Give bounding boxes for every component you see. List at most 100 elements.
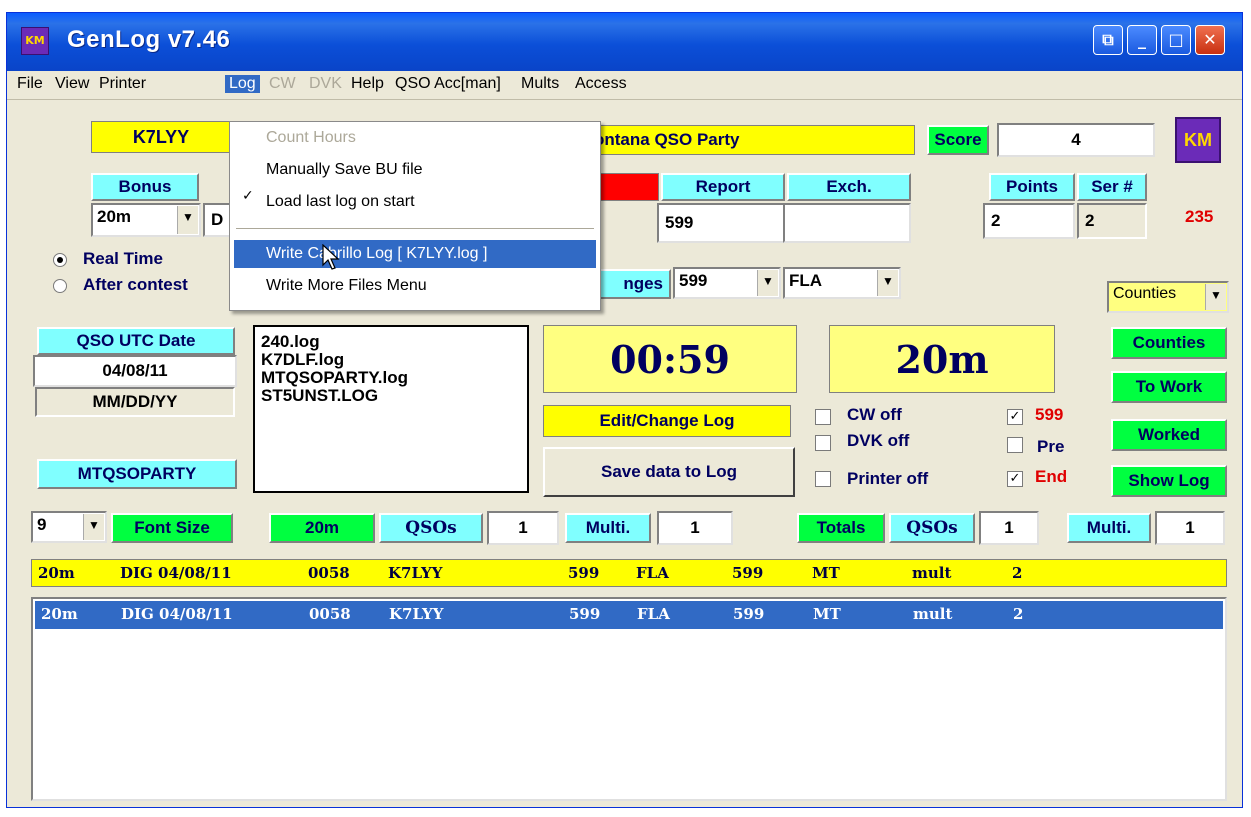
row-exch: FLA — [637, 605, 670, 623]
date-format: MM/DD/YY — [35, 387, 235, 417]
band-display: 20m — [829, 325, 1055, 393]
end-checkbox[interactable]: ✓ — [1007, 471, 1023, 487]
menu-write-more-files[interactable]: Write More Files Menu — [230, 272, 600, 300]
file-item-mtqsoparty[interactable]: MTQSOPARTY.log — [261, 369, 408, 387]
real-time-radio[interactable] — [53, 253, 67, 267]
score-label: Score — [927, 125, 989, 155]
minimize-button[interactable]: _ — [1127, 25, 1157, 55]
pre-checkbox[interactable] — [1007, 437, 1023, 453]
restore-icon[interactable]: ⧉ — [1093, 25, 1123, 55]
qso-date-field[interactable]: 04/08/11 — [33, 355, 237, 387]
rst-select[interactable]: 599 ▼ — [673, 267, 781, 299]
check-599-checkbox[interactable]: ✓ — [1007, 409, 1023, 425]
row-band: 20m — [41, 605, 78, 623]
row-sent: 599 — [569, 605, 601, 623]
qsos-label: QSOs — [379, 513, 483, 543]
row-pts: 2 — [1013, 605, 1024, 623]
menu-load-last-log-label: Load last log on start — [266, 193, 415, 210]
font-size-select[interactable]: 9 ▼ — [31, 511, 107, 543]
log-file-list[interactable]: 240.log K7DLF.log MTQSOPARTY.log ST5UNST… — [253, 325, 529, 493]
menu-log[interactable]: Log — [225, 75, 260, 93]
genlog-window: KM GenLog v7.46 ⧉ _ □ ✕ File View Printe… — [6, 12, 1243, 808]
counties-select-value: Counties — [1113, 285, 1177, 302]
bonus-header: Bonus — [91, 173, 199, 201]
checkmark-icon: ✓ — [242, 188, 254, 204]
show-log-button[interactable]: Show Log — [1111, 465, 1227, 497]
total-qsos-label: QSOs — [889, 513, 975, 543]
after-contest-label: After contest — [83, 275, 188, 294]
dvk-off-checkbox[interactable] — [815, 435, 831, 451]
counties-button[interactable]: Counties — [1111, 327, 1227, 359]
end-label: End — [1035, 467, 1068, 486]
band-select-value: 20m — [97, 207, 132, 226]
app-logo-icon: KM — [21, 27, 49, 55]
score-value: 4 — [997, 123, 1155, 157]
file-item-st5unst[interactable]: ST5UNST.LOG — [261, 387, 408, 405]
exch-select[interactable]: FLA ▼ — [783, 267, 901, 299]
band-select[interactable]: 20m ▼ — [91, 203, 201, 237]
serial-count: 235 — [1185, 207, 1214, 226]
chevron-down-icon[interactable]: ▼ — [1205, 284, 1226, 310]
menu-write-cabrillo[interactable]: Write Cabrillo Log [ K7LYY.log ] — [234, 240, 596, 268]
chevron-down-icon[interactable]: ▼ — [83, 514, 104, 540]
menu-file[interactable]: File — [17, 75, 43, 93]
points-field[interactable]: 2 — [983, 203, 1075, 239]
total-qsos-value: 1 — [979, 511, 1039, 545]
chevron-down-icon[interactable]: ▼ — [177, 206, 198, 234]
entry-pts: 2 — [1012, 564, 1023, 582]
last-entry-row[interactable]: 20m DIG 04/08/11 0058 K7LYY 599 FLA 599 … — [31, 559, 1227, 587]
exch-field[interactable] — [783, 203, 911, 243]
menu-access[interactable]: Access — [575, 75, 627, 93]
edit-change-log-button[interactable]: Edit/Change Log — [543, 405, 791, 437]
log-menu-dropdown: Count Hours Manually Save BU file ✓ Load… — [229, 121, 601, 311]
exch-header: Exch. — [787, 173, 911, 201]
title-bar[interactable]: KM GenLog v7.46 ⧉ _ □ ✕ — [7, 13, 1242, 71]
menu-view[interactable]: View — [55, 75, 89, 93]
worked-button[interactable]: Worked — [1111, 419, 1227, 451]
cw-off-checkbox[interactable] — [815, 409, 831, 425]
to-work-button[interactable]: To Work — [1111, 371, 1227, 403]
totals-label: Totals — [797, 513, 885, 543]
clock-display: 00:59 — [543, 325, 797, 393]
save-data-button[interactable]: Save data to Log — [543, 447, 795, 497]
log-list[interactable]: 20m DIG 04/08/11 0058 K7LYY 599 FLA 599 … — [31, 597, 1227, 801]
menu-help[interactable]: Help — [351, 75, 384, 93]
entry-band: 20m — [38, 564, 75, 582]
menu-mults[interactable]: Mults — [521, 75, 559, 93]
row-time: 0058 — [309, 605, 351, 623]
menu-qso-acc[interactable]: QSO Acc[man] — [395, 75, 501, 93]
file-item-k7dlf[interactable]: K7DLF.log — [261, 351, 408, 369]
contest-name: ontana QSO Party — [587, 125, 915, 155]
menu-cw: CW — [269, 75, 296, 92]
counties-select[interactable]: Counties ▼ — [1107, 281, 1229, 313]
chevron-down-icon[interactable]: ▼ — [757, 270, 778, 296]
menu-save-bu-file[interactable]: Manually Save BU file — [230, 156, 600, 184]
km-logo-icon: KM — [1175, 117, 1221, 163]
printer-off-label: Printer off — [847, 469, 929, 488]
row-rcvd: 599 — [733, 605, 765, 623]
entry-mode-date: DIG 04/08/11 — [120, 564, 232, 582]
maximize-button[interactable]: □ — [1161, 25, 1191, 55]
menu-bar: File View Printer Log CW DVK Help QSO Ac… — [7, 71, 1242, 100]
file-item-240[interactable]: 240.log — [261, 333, 408, 351]
menu-load-last-log[interactable]: ✓ Load last log on start — [230, 188, 600, 216]
report-field[interactable]: 599 — [657, 203, 785, 243]
after-contest-radio[interactable] — [53, 279, 67, 293]
total-multi-label: Multi. — [1067, 513, 1151, 543]
window-title: GenLog v7.46 — [67, 26, 231, 53]
menu-count-hours: Count Hours — [266, 129, 356, 146]
menu-printer[interactable]: Printer — [99, 75, 146, 93]
qso-utc-date-label: QSO UTC Date — [37, 327, 235, 355]
log-name: MTQSOPARTY — [37, 459, 237, 489]
menu-dvk: DVK — [309, 75, 342, 92]
printer-off-checkbox[interactable] — [815, 471, 831, 487]
rst-select-value: 599 — [679, 271, 708, 290]
exch-select-value: FLA — [789, 271, 823, 290]
table-row[interactable]: 20m DIG 04/08/11 0058 K7LYY 599 FLA 599 … — [35, 601, 1223, 629]
entry-exch: FLA — [636, 564, 669, 582]
stats-band: 20m — [269, 513, 375, 543]
chevron-down-icon[interactable]: ▼ — [877, 270, 898, 296]
close-button[interactable]: ✕ — [1195, 25, 1225, 55]
row-mode-date: DIG 04/08/11 — [121, 605, 233, 623]
real-time-label: Real Time — [83, 249, 164, 268]
